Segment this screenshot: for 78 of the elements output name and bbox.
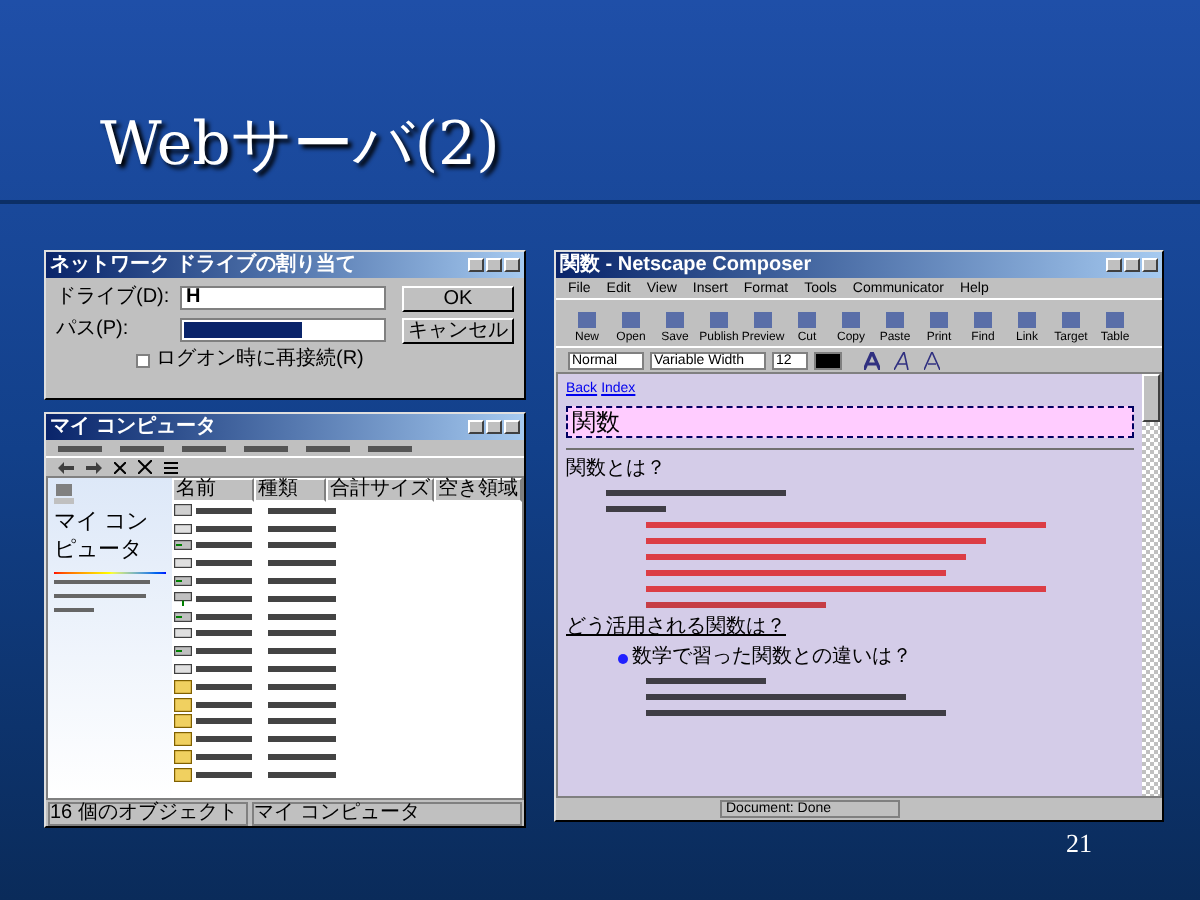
- illegible-text-drawing: [268, 701, 336, 708]
- illegible-text-drawing: [196, 595, 252, 602]
- back-arrow-icon[interactable]: [58, 461, 74, 473]
- section-heading: どう活用される関数は？: [566, 618, 786, 638]
- slide-title: Webサーバ(2): [100, 116, 500, 176]
- illegible-text-drawing: [268, 560, 336, 567]
- disc-drive-icon: [174, 540, 192, 551]
- status-text: 16 個のオブジェクト: [48, 801, 248, 825]
- page-number: 21: [1066, 826, 1092, 862]
- illegible-text-drawing: [196, 630, 252, 637]
- heading-block: 関数: [566, 406, 1134, 438]
- illegible-text-drawing: [196, 754, 252, 761]
- illegible-text-drawing: [268, 666, 336, 673]
- illegible-text-drawing: [268, 595, 336, 602]
- illegible-text-drawing: [196, 525, 252, 532]
- status-text: マイ コンピュータ: [252, 801, 522, 825]
- illegible-text-drawing: [268, 718, 336, 725]
- disc-drive-icon: [174, 646, 192, 657]
- illegible-text-drawing: [196, 683, 252, 690]
- column-header[interactable]: 合計サイズ: [326, 478, 434, 502]
- illegible-text-drawing: [268, 578, 336, 585]
- illegible-text-drawing: [196, 718, 252, 725]
- illegible-text-drawing: [268, 648, 336, 655]
- illegible-text-drawing: [196, 507, 252, 514]
- bullet-icon: [618, 653, 628, 663]
- bullet-text: 数学で習った関数との違いは？: [632, 648, 912, 668]
- illegible-text-drawing: [196, 701, 252, 708]
- disc-drive-icon: [174, 576, 192, 587]
- delete-icon[interactable]: [138, 460, 152, 474]
- column-header[interactable]: 空き領域: [434, 478, 522, 502]
- section-heading: 関数とは？: [566, 460, 668, 480]
- window-title: 関数 - Netscape Composer: [560, 255, 812, 275]
- views-icon[interactable]: [164, 461, 178, 473]
- illegible-text-drawing: [268, 507, 336, 514]
- dialog-button[interactable]: OK: [402, 286, 514, 312]
- illegible-text-drawing: [268, 754, 336, 761]
- column-header[interactable]: 名前: [172, 478, 255, 502]
- illegible-text-drawing: [196, 578, 252, 585]
- scrollbar[interactable]: [1142, 374, 1160, 796]
- illegible-text-drawing: [268, 771, 336, 778]
- checkbox-label: ログオン時に再接続(R): [156, 350, 364, 370]
- field-label: パス(P):: [56, 320, 131, 340]
- illegible-text-drawing: [268, 542, 336, 549]
- illegible-text-drawing: [268, 525, 336, 532]
- illegible-text-drawing: [196, 542, 252, 549]
- disk-drive-icon: [174, 523, 192, 534]
- illegible-text-drawing: [54, 579, 150, 611]
- reconnect-checkbox[interactable]: [136, 353, 150, 367]
- illegible-text-drawing: [196, 666, 252, 673]
- illegible-text-drawing: [268, 683, 336, 690]
- window-title: マイ コンピュータ: [50, 417, 216, 437]
- path-dropdown[interactable]: [180, 318, 386, 342]
- illegible-text-drawing: [268, 613, 336, 620]
- forward-arrow-icon[interactable]: [86, 461, 102, 473]
- field-label: ドライブ(D):: [56, 288, 172, 308]
- disk-drive-icon: [174, 628, 192, 639]
- pane-title: マイ コンピュータ: [54, 510, 151, 565]
- disk-drive-icon: [174, 558, 192, 569]
- text-style-icon[interactable]: [924, 351, 940, 369]
- illegible-text-drawing: [196, 648, 252, 655]
- network-drive-icon: [174, 591, 192, 606]
- floppy-drive-icon: [174, 504, 192, 517]
- disk-drive-icon: [174, 664, 192, 675]
- dialog-button[interactable]: キャンセル: [402, 318, 514, 344]
- computer-icon: [54, 484, 74, 504]
- window-title: ネットワーク ドライブの割り当て: [50, 255, 356, 275]
- illegible-text-drawing: [196, 613, 252, 620]
- column-header[interactable]: 種類: [254, 478, 326, 502]
- illegible-text-drawing: [196, 736, 252, 743]
- disc-drive-icon: [174, 611, 192, 622]
- drive-dropdown[interactable]: H: [180, 286, 386, 310]
- illegible-text-drawing: [268, 630, 336, 637]
- illegible-text-drawing: [196, 771, 252, 778]
- text-style-icon[interactable]: [894, 351, 910, 369]
- illegible-text-drawing: [268, 736, 336, 743]
- text-style-icon[interactable]: [864, 351, 880, 369]
- color-picker[interactable]: [814, 351, 842, 369]
- illegible-text-drawing: [196, 560, 252, 567]
